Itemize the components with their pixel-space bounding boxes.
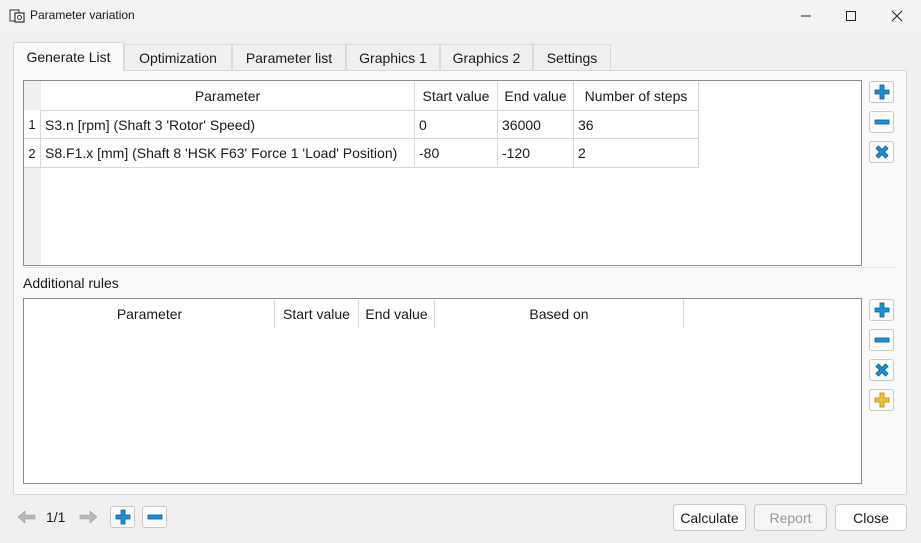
delete-all-icon [874, 145, 889, 159]
delete-all-rows-button[interactable] [869, 141, 894, 163]
next-page-button[interactable] [77, 508, 99, 526]
report-button[interactable]: Report [754, 504, 827, 531]
tab-label: Parameter list [245, 49, 333, 66]
row-header-strip [24, 81, 41, 265]
add-icon [874, 84, 889, 100]
delete-all-rules-button[interactable] [869, 359, 894, 381]
cell-end-value[interactable]: 36000 [498, 110, 574, 139]
column-header-end-value[interactable]: End value [359, 300, 435, 328]
row-number[interactable]: 1 [24, 110, 41, 139]
remove-page-button[interactable] [142, 506, 167, 528]
cell-number-of-steps[interactable]: 2 [574, 139, 699, 168]
add-page-button[interactable] [110, 506, 135, 528]
add-row-button[interactable] [869, 81, 894, 103]
page-indicator: 1/1 [46, 509, 66, 525]
cell-start-value[interactable]: -80 [415, 139, 498, 168]
tab-label: Generate List [26, 49, 111, 65]
remove-row-button[interactable] [869, 111, 894, 133]
add-special-rule-button[interactable] [869, 389, 894, 411]
column-header-start-value[interactable]: Start value [275, 300, 359, 328]
additional-rules-label: Additional rules [23, 275, 119, 291]
tab-optimization[interactable]: Optimization [124, 44, 232, 70]
tab-label: Settings [546, 49, 598, 66]
remove-icon [147, 514, 162, 520]
column-header-parameter[interactable]: Parameter [25, 300, 275, 328]
row-number[interactable]: 2 [24, 139, 41, 168]
tab-settings[interactable]: Settings [533, 44, 611, 70]
tab-parameter-list[interactable]: Parameter list [232, 44, 346, 70]
app-icon [9, 8, 25, 24]
tab-label: Optimization [139, 49, 217, 66]
tab-generate-list[interactable]: Generate List [13, 42, 124, 71]
add-icon [874, 302, 889, 318]
calculate-button[interactable]: Calculate [673, 504, 746, 531]
add-icon [115, 509, 130, 525]
add-yellow-icon [874, 392, 889, 408]
additional-rules-grid[interactable]: Parameter Start value End value Based on [23, 298, 862, 484]
cell-end-value[interactable]: -120 [498, 139, 574, 168]
section-separator [23, 267, 896, 268]
close-window-button[interactable] [874, 0, 920, 32]
cell-number-of-steps[interactable]: 36 [574, 110, 699, 139]
column-header-parameter[interactable]: Parameter [41, 82, 415, 110]
cell-parameter[interactable]: S8.F1.x [mm] (Shaft 8 'HSK F63' Force 1 … [41, 139, 415, 168]
window-title: Parameter variation [30, 8, 135, 22]
delete-all-icon [874, 363, 889, 377]
arrow-right-icon [79, 510, 98, 524]
tab-label: Graphics 2 [452, 49, 521, 66]
arrow-left-icon [17, 510, 36, 524]
previous-page-button[interactable] [16, 508, 38, 526]
tab-label: Graphics 1 [359, 49, 427, 66]
column-header-based-on[interactable]: Based on [435, 300, 684, 328]
maximize-button[interactable] [828, 0, 874, 32]
maximize-icon [846, 11, 856, 21]
tab-graphics-2[interactable]: Graphics 2 [440, 44, 533, 70]
add-rule-button[interactable] [869, 299, 894, 321]
column-header-end-value[interactable]: End value [498, 82, 574, 110]
tab-graphics-1[interactable]: Graphics 1 [346, 44, 440, 70]
remove-icon [874, 119, 889, 125]
cell-parameter[interactable]: S3.n [rpm] (Shaft 3 'Rotor' Speed) [41, 110, 415, 139]
minimize-icon [801, 15, 811, 17]
close-button[interactable]: Close [835, 504, 907, 531]
column-header-start-value[interactable]: Start value [415, 82, 498, 110]
column-header-number-of-steps[interactable]: Number of steps [574, 82, 699, 110]
parameter-grid[interactable]: Parameter Start value End value Number o… [23, 80, 862, 266]
remove-icon [874, 337, 889, 343]
remove-rule-button[interactable] [869, 329, 894, 351]
close-icon [891, 10, 903, 22]
cell-start-value[interactable]: 0 [415, 110, 498, 139]
minimize-button[interactable] [783, 0, 829, 32]
